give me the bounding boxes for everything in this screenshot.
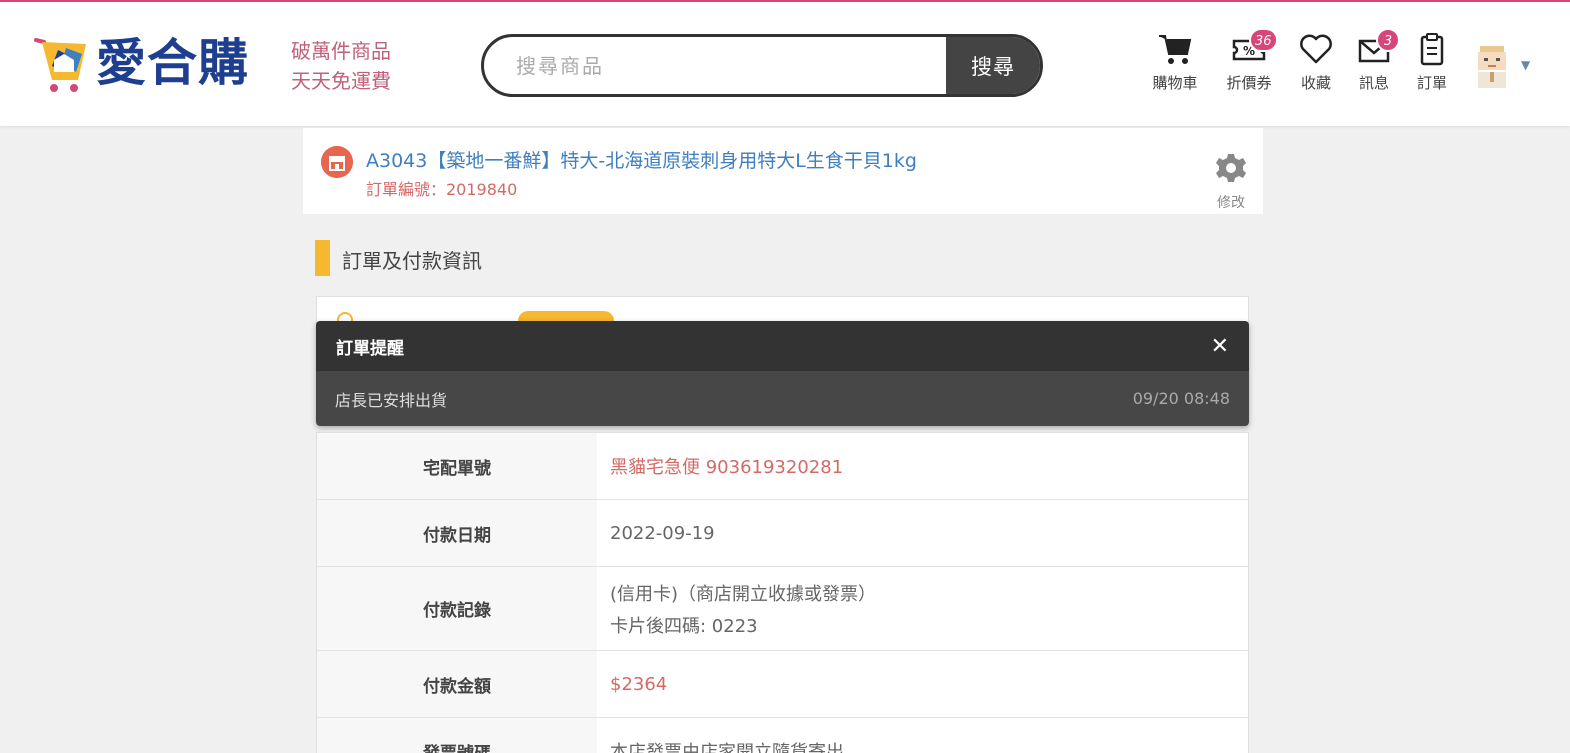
section-title: 訂單及付款資訊 xyxy=(342,249,482,273)
order-number: 訂單編號：2019840 xyxy=(366,180,518,199)
search-button[interactable]: 搜尋 xyxy=(946,37,1040,94)
product-title[interactable]: A3043【築地一番鮮】特大-北海道原裝刺身用特大L生食干貝1kg xyxy=(366,146,917,173)
logo-text: 愛合購 xyxy=(96,34,249,92)
nav-favorites[interactable]: 收藏 xyxy=(1286,32,1346,93)
invoice-value: 本店發票由店家開立隨貨寄出 xyxy=(610,742,844,753)
cart-icon xyxy=(1159,35,1192,64)
pay-record-label: 付款記錄 xyxy=(317,567,597,650)
notification-header: 訂單提醒 ✕ xyxy=(316,321,1249,371)
pay-record-value: (信用卡)（商店開立收據或發票） 卡片後四碼: 0223 xyxy=(597,567,1248,650)
nav-orders-label: 訂單 xyxy=(1416,74,1447,92)
messages-badge: 3 xyxy=(1376,28,1400,52)
pay-date-value: 2022-09-19 xyxy=(610,522,715,544)
nav-coupons-label: 折價券 xyxy=(1226,74,1272,92)
chevron-down-icon[interactable]: ▼ xyxy=(1521,58,1530,72)
tracking-value[interactable]: 黑貓宅急便 903619320281 xyxy=(597,433,1248,499)
table-row-pay-record: 付款記錄 (信用卡)（商店開立收據或發票） 卡片後四碼: 0223 xyxy=(317,567,1248,651)
site-logo[interactable]: 愛合購 xyxy=(34,32,249,94)
nav-cart-label: 購物車 xyxy=(1152,74,1198,92)
table-row-amount: 付款金額 $2364 xyxy=(317,651,1248,718)
table-row-invoice: 發票號碼 本店發票由店家開立隨貨寄出 xyxy=(317,718,1248,753)
product-card: A3043【築地一番鮮】特大-北海道原裝刺身用特大L生食干貝1kg 訂單編號：2… xyxy=(303,128,1263,214)
amount-value: $2364 xyxy=(610,673,668,695)
search-input[interactable] xyxy=(484,37,946,94)
nav-coupons[interactable]: % 36 折價券 xyxy=(1219,28,1279,93)
user-avatar[interactable] xyxy=(1472,42,1512,90)
notification-time: 09/20 08:48 xyxy=(1132,389,1230,408)
table-row-tracking: 宅配單號 黑貓宅急便 903619320281 xyxy=(317,433,1248,500)
pay-date-label: 付款日期 xyxy=(317,500,597,566)
slogan: 破萬件商品 天天免運費 xyxy=(291,36,391,96)
nav-favorites-label: 收藏 xyxy=(1300,74,1331,92)
gear-icon[interactable] xyxy=(1215,152,1247,184)
nav-messages[interactable]: 3 訊息 xyxy=(1344,28,1404,93)
tracking-label: 宅配單號 xyxy=(317,433,597,499)
edit-label[interactable]: 修改 xyxy=(1217,192,1245,212)
notification-title: 訂單提醒 xyxy=(336,338,404,359)
site-header: 愛合購 破萬件商品 天天免運費 搜尋 購物車 % 36 折價券 xyxy=(0,0,1570,126)
nav-orders[interactable]: 訂單 xyxy=(1402,32,1462,93)
nav-messages-label: 訊息 xyxy=(1358,74,1389,92)
coupons-badge: 36 xyxy=(1249,28,1278,52)
close-icon[interactable]: ✕ xyxy=(1211,334,1229,359)
slogan-line-1: 破萬件商品 xyxy=(291,39,391,63)
section-accent-bar xyxy=(315,240,330,276)
nav-cart[interactable]: 購物車 xyxy=(1145,32,1205,93)
table-row-pay-date: 付款日期 2022-09-19 xyxy=(317,500,1248,567)
store-icon xyxy=(321,146,353,178)
notification-message: 店長已安排出貨 xyxy=(335,390,448,410)
notification-body[interactable]: 店長已安排出貨 09/20 08:48 xyxy=(316,371,1249,426)
clipboard-icon xyxy=(1420,33,1444,66)
amount-label: 付款金額 xyxy=(317,651,597,717)
pay-record-card: 卡片後四碼: 0223 xyxy=(610,615,758,637)
cart-logo-icon xyxy=(34,38,86,92)
order-info-table: 宅配單號 黑貓宅急便 903619320281 付款日期 2022-09-19 … xyxy=(316,432,1249,753)
invoice-label: 發票號碼 xyxy=(317,718,597,753)
slogan-line-2: 天天免運費 xyxy=(291,69,391,93)
order-notification: 訂單提醒 ✕ 店長已安排出貨 09/20 08:48 xyxy=(316,321,1249,426)
heart-icon xyxy=(1300,34,1332,64)
search-bar: 搜尋 xyxy=(481,34,1043,97)
pay-record-method: (信用卡)（商店開立收據或發票） xyxy=(610,583,877,605)
